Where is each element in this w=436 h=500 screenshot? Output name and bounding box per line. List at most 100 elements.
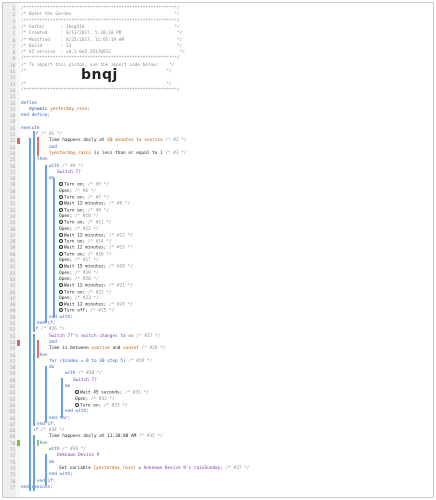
code-token: Open; (59, 188, 73, 194)
code-token: Time happens daily at (49, 138, 105, 144)
if-block-bar-3 (33, 435, 35, 491)
code-token: /* #19 */ (74, 270, 99, 276)
code-token: end with; (65, 409, 89, 415)
code-token: /* #25 */ (90, 308, 115, 314)
code-token: Wait 12 minutes; (64, 245, 107, 251)
code-token: Wait 12 minutes; (64, 283, 107, 289)
code-token: Switch 7? (73, 377, 97, 383)
code-token: /* #5 */ (87, 182, 109, 188)
command-status-icon (59, 239, 63, 244)
code-token: /* #9 */ (87, 208, 109, 214)
code-token: /* #6 */ (74, 188, 97, 194)
code-token: is less than or equal to (93, 150, 158, 156)
code-token: Turn on; (64, 220, 86, 226)
code-token: Wait 12 minutes; (64, 302, 107, 308)
code-token: with (49, 447, 60, 452)
code-token: Turn on; (80, 403, 102, 409)
code-token: /* #7 */ (87, 195, 109, 201)
code-token: /* #26 */ (40, 327, 65, 333)
code-token: end for; (49, 415, 71, 421)
condition-bar-1 (37, 137, 39, 156)
code-token: sunset (123, 346, 139, 352)
code-token: Open; (59, 276, 73, 282)
code-token: /* #10 */ (74, 213, 99, 219)
code-token: and (112, 346, 121, 352)
if-block-bar-1 (33, 131, 35, 332)
code-token: end define; (21, 113, 51, 119)
with-block-bar-3 (45, 454, 47, 486)
code-token: /* #23 */ (74, 295, 99, 301)
if-block-bar-2 (33, 334, 35, 426)
command-status-icon (59, 245, 63, 250)
code-token: 1 (160, 150, 163, 156)
code-token: {yesterday_rain} (93, 465, 136, 471)
command-status-icon (59, 302, 63, 307)
code-token: /* Author : Jbeg416 */ (21, 24, 180, 30)
code-token: /***************************************… (21, 87, 180, 93)
code-token: Time is between (49, 346, 89, 352)
code-token: and (49, 144, 57, 150)
code-token: do (49, 365, 55, 371)
piston-code-view: 1 /**************************************… (2, 2, 434, 498)
code-token: /* #13 */ (108, 233, 133, 239)
code-token: with (49, 163, 60, 169)
command-status-icon (59, 251, 63, 256)
code-token: /***************************************… (21, 6, 180, 11)
code-token: Turn on; (64, 208, 86, 214)
code-token: /* #16 */ (87, 252, 112, 258)
code-line: 77 end execute; (3, 485, 433, 491)
code-token: Turn off; (64, 308, 88, 314)
code-token: /* #29 */ (128, 358, 153, 364)
condition-bar-3 (37, 440, 39, 446)
code-token: Wait 15 minutes; (64, 264, 107, 270)
code-token: /* #33 */ (103, 403, 128, 409)
code-token: Wait 12 minutes; (64, 201, 107, 207)
code-token: /***************************************… (21, 56, 180, 62)
execute-block-bar (29, 138, 31, 491)
code-token: Turn on; (64, 290, 86, 295)
code-token: 40 minutes to (107, 138, 142, 144)
code-token: if (33, 428, 39, 434)
import-code[interactable]: bnqj (81, 67, 118, 83)
code-token: /***************************************… (21, 18, 180, 24)
command-status-icon (59, 195, 63, 199)
code-token: /* #12 */ (74, 226, 99, 232)
code-token: /* UI version : v0.2.0e5.20170812 */ (21, 50, 185, 56)
command-status-icon (59, 264, 63, 269)
code-token: Set variable (59, 465, 91, 471)
condition-bar-2 (37, 340, 39, 358)
code-token: /* #14 */ (87, 239, 112, 245)
code-token: for ($index = 0 to 30 step 5) (49, 358, 126, 364)
code-token: /* #17 */ (74, 258, 99, 263)
line-number: 77 (10, 484, 15, 490)
code-token: on (128, 333, 134, 339)
code-token: {yesterday_rain} (49, 150, 92, 156)
code-token: /* #1 */ (40, 132, 63, 137)
code-token: /* #11 */ (87, 220, 112, 226)
code-token: Open; (59, 270, 73, 276)
code-token: /* #24 */ (108, 302, 133, 308)
code-token: /* #2 */ (165, 138, 187, 144)
command-status-icon (75, 390, 79, 395)
code-token: /* #3 */ (165, 150, 187, 156)
command-status-icon (59, 232, 63, 237)
code-text[interactable]: end execute; (21, 485, 53, 491)
code-token: /* #18 */ (108, 264, 133, 270)
code-token: Switch 7? (57, 169, 81, 175)
command-status-icon (59, 220, 63, 225)
code-token: dynamic (29, 106, 48, 112)
with-block-bar-2 (61, 378, 63, 418)
code-token: and (49, 339, 57, 345)
with-block-bar-1 (45, 165, 47, 323)
code-token: Open; (59, 213, 73, 219)
code-token: /* #30 */ (78, 371, 103, 377)
code-token: Open; (59, 295, 73, 301)
code-token: /* #34 */ (40, 428, 65, 434)
code-token: /* Created : 8/11/2017, 5:30:10 PM */ (21, 31, 183, 37)
code-token: /* #20 */ (74, 276, 99, 282)
code-token: Turn on; (64, 252, 86, 258)
code-token: /* #21 */ (108, 283, 133, 289)
command-status-icon (59, 308, 63, 313)
code-token: define (21, 100, 37, 106)
code-token: with (65, 371, 76, 377)
